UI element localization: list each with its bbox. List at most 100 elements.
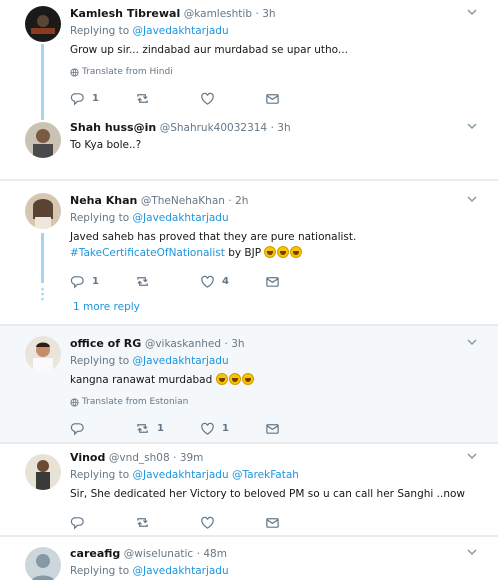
message-button[interactable]	[265, 91, 330, 106]
chevron-down-icon[interactable]	[464, 118, 480, 134]
show-more-replies-link[interactable]: 1 more reply	[73, 301, 140, 313]
reply-button[interactable]: 1	[70, 91, 135, 106]
retweet-icon	[137, 276, 148, 286]
chevron-down-icon[interactable]	[464, 191, 480, 207]
envelope-icon	[266, 423, 279, 434]
tweet-careafig[interactable]: careafig @wiselunatic · 48m Replying to …	[0, 536, 498, 580]
avatar[interactable]	[25, 193, 61, 229]
avatar[interactable]	[25, 122, 61, 158]
grinning-emoji-icon	[215, 373, 228, 385]
like-button[interactable]: 4	[200, 274, 265, 289]
mention-link[interactable]: @Javedakhtarjadu	[133, 212, 229, 224]
replying-to: Replying to @Javedakhtarjadu @TarekFatah	[70, 469, 299, 481]
translate-link[interactable]: Translate from Estonian	[70, 397, 488, 407]
timestamp[interactable]: · 3h	[271, 122, 291, 134]
reply-button[interactable]	[70, 515, 135, 530]
avatar[interactable]	[25, 336, 61, 372]
retweet-icon	[137, 93, 148, 103]
mention-link[interactable]: @Javedakhtarjadu	[133, 355, 229, 367]
chevron-down-icon[interactable]	[464, 334, 480, 350]
message-button[interactable]	[265, 274, 330, 289]
tweet-text: Sir, She dedicated her Victory to belove…	[70, 488, 466, 500]
timestamp[interactable]: · 48m	[197, 548, 227, 560]
author-handle[interactable]: @kamleshtib	[184, 8, 252, 20]
avatar[interactable]	[25, 547, 61, 580]
heart-icon	[201, 275, 214, 288]
reply-icon	[70, 516, 84, 530]
laughing-emoji-icon	[290, 246, 303, 258]
author-handle[interactable]: @wiselunatic	[124, 548, 193, 560]
reply-button[interactable]: 1	[70, 274, 135, 289]
globe-icon	[70, 67, 79, 77]
globe-icon	[70, 397, 79, 407]
like-button[interactable]	[200, 515, 265, 530]
laughing-emoji-icon	[277, 246, 290, 258]
tweet-office-rg[interactable]: office of RG @vikaskanhed · 3h Replying …	[0, 325, 498, 442]
author-name[interactable]: careafig	[70, 547, 120, 560]
tweet-text: To Kya bole..?	[70, 139, 142, 151]
author-name[interactable]: Kamlesh Tibrewal	[70, 7, 180, 20]
author-name[interactable]: Vinod	[70, 451, 105, 464]
tweet-text-line2: #TakeCertificateOfNationalist by BJP	[70, 246, 488, 261]
thread-line	[41, 114, 44, 120]
tweet-shah[interactable]: Shah huss@in @Shahruk40032314 · 3h To Ky…	[0, 114, 498, 179]
timestamp[interactable]: · 2h	[228, 195, 248, 207]
timestamp[interactable]: · 39m	[173, 452, 203, 464]
tweet-vinod[interactable]: Vinod @vnd_sh08 · 39m Replying to @Javed…	[0, 443, 498, 535]
timestamp[interactable]: · 3h	[256, 8, 276, 20]
replying-to: Replying to @Javedakhtarjadu	[70, 355, 229, 367]
thread-dots	[41, 287, 44, 301]
tweet-text: kangna ranawat murdabad	[70, 373, 488, 388]
mention-link[interactable]: @Javedakhtarjadu	[133, 565, 229, 577]
like-button[interactable]	[200, 91, 265, 106]
timestamp[interactable]: · 3h	[225, 338, 245, 350]
mention-link[interactable]: @Javedakhtarjadu	[133, 25, 229, 37]
translate-link[interactable]: Translate from Hindi	[70, 67, 488, 77]
thread-line	[41, 233, 44, 283]
hashtag-link[interactable]: #TakeCertificateOfNationalist	[70, 247, 225, 259]
author-name[interactable]: Shah huss@in	[70, 121, 156, 134]
replying-to: Replying to @Javedakhtarjadu	[70, 212, 229, 224]
reply-icon	[70, 422, 84, 436]
chevron-down-icon[interactable]	[464, 448, 480, 464]
chevron-down-icon[interactable]	[464, 4, 480, 20]
avatar[interactable]	[25, 6, 61, 42]
tweet-text: Grow up sir... zindabad aur murdabad se …	[70, 44, 348, 56]
mention-link[interactable]: @TarekFatah	[232, 469, 299, 481]
grinning-emoji-icon	[241, 373, 254, 385]
mention-link[interactable]: @Javedakhtarjadu	[133, 469, 229, 481]
retweet-button[interactable]: 1	[135, 421, 200, 436]
avatar[interactable]	[25, 454, 61, 490]
message-button[interactable]	[265, 515, 330, 530]
like-button[interactable]: 1	[200, 421, 265, 436]
replying-to: Replying to @Javedakhtarjadu	[70, 25, 229, 37]
author-handle[interactable]: @vnd_sh08	[109, 452, 170, 464]
author-handle[interactable]: @Shahruk40032314	[160, 122, 267, 134]
laughing-emoji-icon	[264, 246, 277, 258]
tweet-text: Javed saheb has proved that they are pur…	[70, 231, 357, 243]
author-name[interactable]: office of RG	[70, 337, 141, 350]
retweet-button[interactable]	[135, 274, 200, 289]
retweet-icon	[137, 517, 148, 527]
retweet-button[interactable]	[135, 91, 200, 106]
tweet-neha[interactable]: Neha Khan @TheNehaKhan · 2h Replying to …	[0, 180, 498, 324]
reply-icon	[70, 92, 84, 106]
heart-icon	[201, 422, 214, 435]
reply-button[interactable]	[70, 421, 135, 436]
author-name[interactable]: Neha Khan	[70, 194, 137, 207]
tweet-kamlesh[interactable]: Kamlesh Tibrewal @kamleshtib · 3h Replyi…	[0, 0, 498, 114]
message-button[interactable]	[265, 421, 330, 436]
reply-icon	[70, 275, 84, 289]
envelope-icon	[266, 276, 279, 287]
replies-feed: Kamlesh Tibrewal @kamleshtib · 3h Replyi…	[0, 0, 498, 580]
chevron-down-icon[interactable]	[464, 544, 480, 560]
grinning-emoji-icon	[228, 373, 241, 385]
author-handle[interactable]: @TheNehaKhan	[141, 195, 225, 207]
heart-icon	[201, 92, 214, 105]
author-handle[interactable]: @vikaskanhed	[145, 338, 221, 350]
thread-line	[41, 44, 44, 114]
replying-to: Replying to @Javedakhtarjadu	[70, 565, 229, 577]
heart-icon	[201, 516, 214, 529]
envelope-icon	[266, 93, 279, 104]
retweet-button[interactable]	[135, 515, 200, 530]
